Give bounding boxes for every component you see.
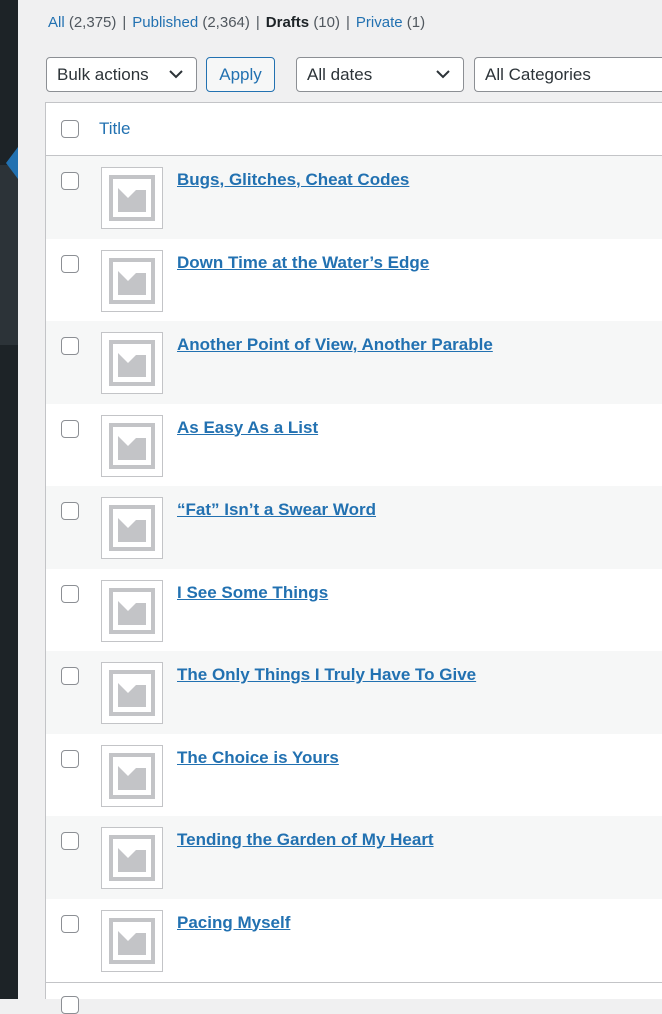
post-title-link[interactable]: Tending the Garden of My Heart	[177, 830, 434, 850]
post-title-link[interactable]: The Choice is Yours	[177, 748, 339, 768]
dates-filter-select[interactable]: All dates	[296, 57, 464, 92]
row-checkbox[interactable]	[61, 254, 79, 273]
image-placeholder-icon	[109, 670, 155, 716]
post-status-views: All (2,375) | Published (2,364) | Drafts (10…	[48, 14, 425, 31]
table-row: Another Point of View, Another Parable	[46, 321, 662, 404]
admin-submenu	[0, 165, 18, 345]
column-title-sort[interactable]: Title	[99, 119, 131, 139]
image-placeholder-icon	[109, 340, 155, 386]
categories-filter-select[interactable]: All Categories	[474, 57, 662, 92]
table-row: The Choice is Yours	[46, 734, 662, 817]
row-checkbox[interactable]	[61, 419, 79, 438]
post-title-link[interactable]: “Fat” Isn’t a Swear Word	[177, 500, 376, 520]
post-title-link[interactable]: The Only Things I Truly Have To Give	[177, 665, 476, 685]
table-row: I See Some Things	[46, 569, 662, 652]
admin-sidebar	[0, 0, 18, 999]
image-placeholder-icon	[109, 257, 155, 304]
posts-table: Title Bugs, Glitches, Cheat Codes Down T…	[45, 102, 662, 1014]
image-placeholder-icon	[109, 422, 155, 469]
table-footer-divider	[46, 982, 662, 983]
table-header: Title	[46, 103, 662, 156]
post-thumbnail	[101, 497, 163, 559]
separator: |	[346, 14, 350, 31]
table-row: Tending the Garden of My Heart	[46, 816, 662, 899]
post-thumbnail	[101, 827, 163, 889]
row-checkbox[interactable]	[61, 337, 79, 355]
bulk-actions-select[interactable]: Bulk actions	[46, 57, 197, 92]
view-all-link[interactable]: All (2,375)	[48, 14, 116, 31]
image-placeholder-icon	[109, 752, 155, 799]
image-placeholder-icon	[109, 835, 155, 881]
post-thumbnail	[101, 579, 163, 642]
post-thumbnail	[101, 414, 163, 477]
bulk-actions-label: Bulk actions	[57, 65, 149, 84]
post-title-link[interactable]: As Easy As a List	[177, 418, 318, 438]
chevron-down-icon	[169, 70, 183, 79]
image-placeholder-icon	[109, 587, 155, 634]
post-thumbnail	[101, 249, 163, 312]
row-checkbox[interactable]	[61, 832, 79, 850]
post-title-link[interactable]: Another Point of View, Another Parable	[177, 335, 493, 355]
image-placeholder-icon	[109, 505, 155, 551]
row-checkbox[interactable]	[61, 914, 79, 933]
post-thumbnail	[101, 662, 163, 724]
current-menu-arrow-icon	[6, 147, 18, 179]
image-placeholder-icon	[109, 917, 155, 964]
image-placeholder-icon	[109, 175, 155, 221]
row-checkbox[interactable]	[61, 172, 79, 190]
table-row: The Only Things I Truly Have To Give	[46, 651, 662, 734]
post-title-link[interactable]: Down Time at the Water’s Edge	[177, 253, 429, 273]
post-title-link[interactable]: Bugs, Glitches, Cheat Codes	[177, 170, 409, 190]
row-checkbox[interactable]	[61, 502, 79, 520]
separator: |	[255, 14, 260, 31]
main-content: All (2,375) | Published (2,364) | Drafts (10…	[18, 0, 662, 1014]
post-thumbnail	[101, 167, 163, 229]
view-private-link[interactable]: Private (1)	[356, 14, 425, 31]
post-thumbnail	[101, 332, 163, 394]
table-row: “Fat” Isn’t a Swear Word	[46, 486, 662, 569]
categories-filter-label: All Categories	[485, 65, 591, 84]
apply-button[interactable]: Apply	[206, 57, 275, 92]
table-row: Bugs, Glitches, Cheat Codes	[46, 156, 662, 239]
chevron-down-icon	[436, 70, 450, 79]
post-title-link[interactable]: Pacing Myself	[177, 913, 290, 933]
post-thumbnail	[101, 909, 163, 972]
table-row: Pacing Myself	[46, 899, 662, 982]
row-checkbox[interactable]	[61, 749, 79, 768]
view-published-link[interactable]: Published (2,364)	[132, 14, 250, 31]
view-drafts-link[interactable]: Drafts (10)	[266, 14, 340, 31]
table-row: As Easy As a List	[46, 404, 662, 487]
row-checkbox[interactable]	[61, 667, 79, 685]
select-all-checkbox[interactable]	[61, 120, 79, 138]
row-checkbox[interactable]	[61, 584, 79, 603]
post-title-link[interactable]: I See Some Things	[177, 583, 328, 603]
separator: |	[122, 14, 127, 31]
table-row: Down Time at the Water’s Edge	[46, 239, 662, 322]
post-thumbnail	[101, 744, 163, 807]
dates-filter-label: All dates	[307, 65, 373, 84]
